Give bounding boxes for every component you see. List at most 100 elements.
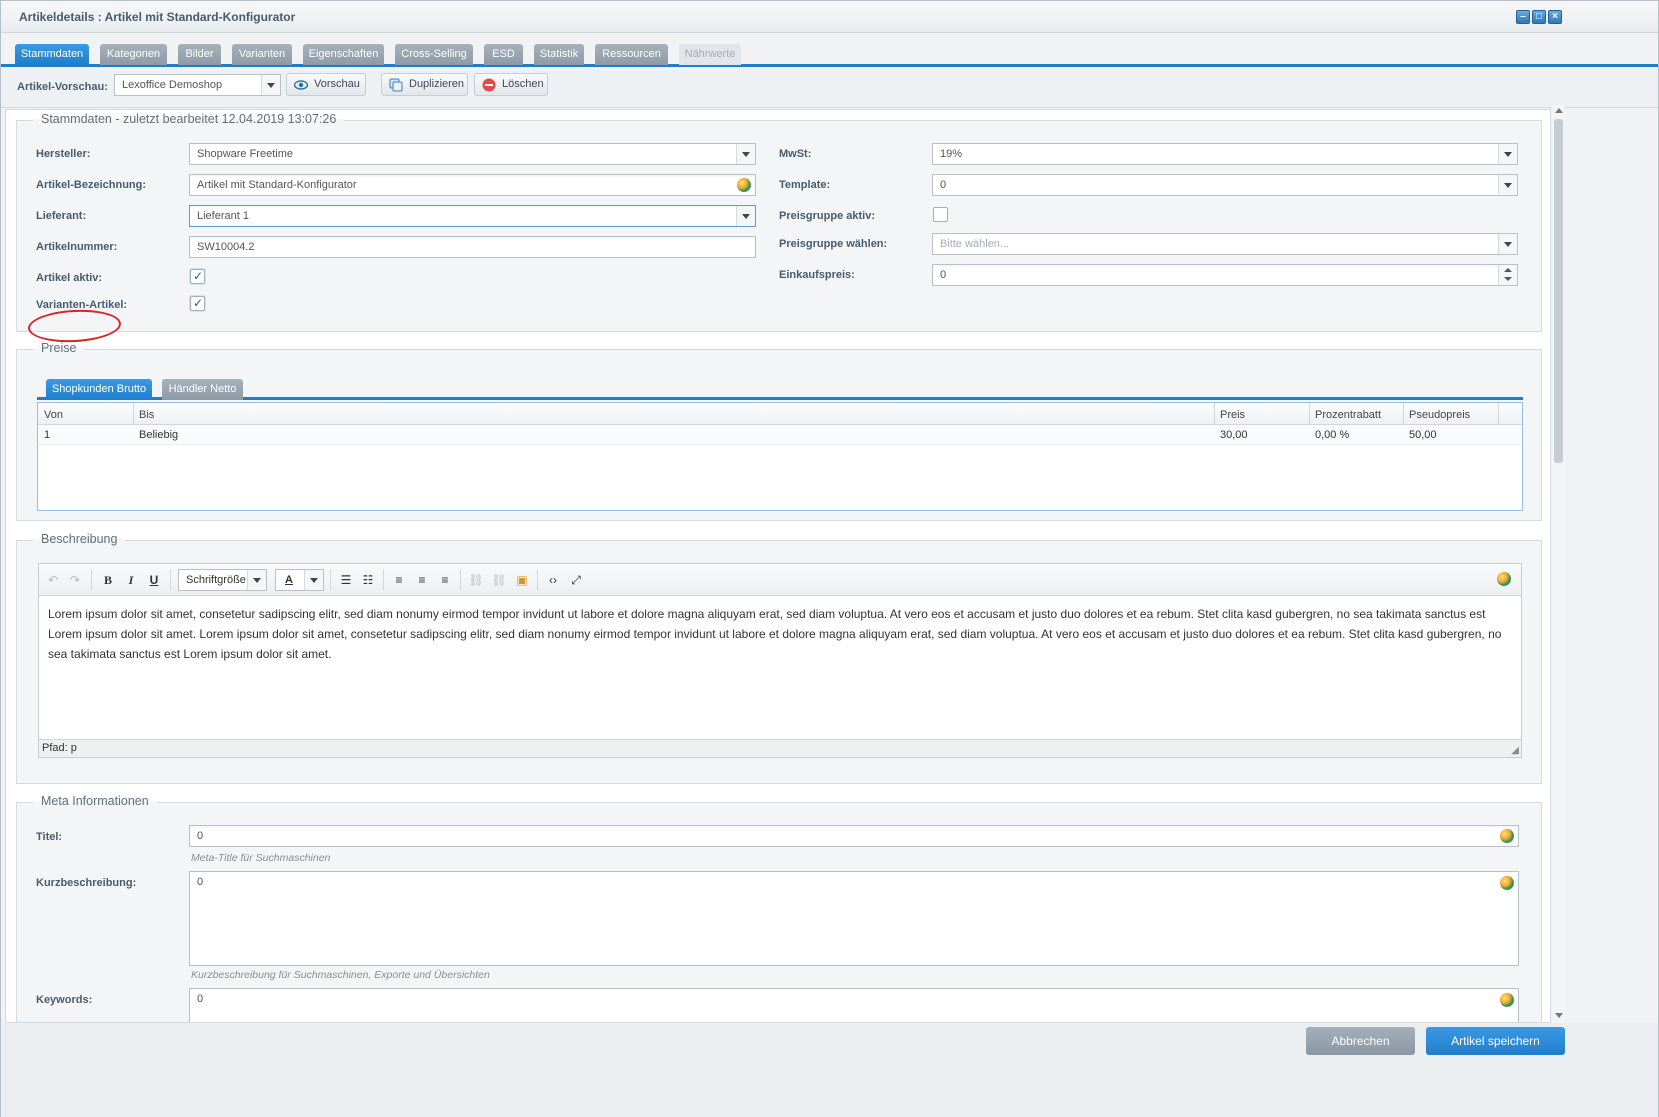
translation-globe-icon[interactable] xyxy=(1500,993,1514,1007)
template-value: 0 xyxy=(940,179,947,191)
align-right-icon[interactable]: ≡ xyxy=(437,573,453,587)
unlink-icon[interactable]: ⛓ xyxy=(491,573,507,587)
bezeichnung-label: Artikel-Bezeichnung: xyxy=(36,179,147,191)
tab-bilder[interactable]: Bilder xyxy=(178,44,221,65)
tab-varianten[interactable]: Varianten xyxy=(232,44,292,65)
align-left-icon[interactable]: ≡ xyxy=(391,573,407,587)
tab-eigenschaften[interactable]: Eigenschaften xyxy=(303,44,384,65)
meta-title-input[interactable]: 0 xyxy=(189,825,1519,847)
shop-select[interactable]: Lexoffice Demoshop xyxy=(114,74,281,96)
duplicate-button-label: Duplizieren xyxy=(409,78,465,90)
link-icon[interactable]: ⛓ xyxy=(468,573,484,587)
chevron-down-icon[interactable] xyxy=(261,75,280,95)
fontsize-select[interactable]: Schriftgröße xyxy=(178,569,267,591)
bezeichnung-input[interactable]: Artikel mit Standard-Konfigurator xyxy=(189,174,756,196)
article-toolbar: Artikel-Vorschau: Lexoffice Demoshop Vor… xyxy=(1,70,1658,108)
spin-up-icon[interactable] xyxy=(1504,268,1512,272)
table-row[interactable]: 1 Beliebig 30,00 0,00 % 50,00 xyxy=(38,425,1522,445)
translation-globe-icon[interactable] xyxy=(737,178,751,192)
cell-prozentrabatt: 0,00 % xyxy=(1315,429,1350,441)
col-bis[interactable]: Bis xyxy=(139,409,154,421)
lieferant-select[interactable]: Lieferant 1 xyxy=(189,205,756,227)
vertical-scrollbar[interactable] xyxy=(1552,105,1565,1021)
translation-globe-icon[interactable] xyxy=(1500,829,1514,843)
tab-haendler-netto[interactable]: Händler Netto xyxy=(162,379,243,400)
hersteller-value: Shopware Freetime xyxy=(197,148,293,160)
description-text[interactable]: Lorem ipsum dolor sit amet, consetetur s… xyxy=(48,604,1511,664)
translation-globe-icon[interactable] xyxy=(1497,572,1511,586)
tab-kategorien[interactable]: Kategorien xyxy=(100,44,167,65)
scroll-down-icon[interactable] xyxy=(1555,1013,1563,1018)
meta-title-hint: Meta-Title für Suchmaschinen xyxy=(191,852,331,864)
chevron-down-icon[interactable] xyxy=(1498,175,1517,195)
chevron-down-icon[interactable] xyxy=(304,570,323,590)
spin-down-icon[interactable] xyxy=(1504,277,1512,281)
font-color-select[interactable]: A xyxy=(275,569,324,591)
meta-description-textarea[interactable]: 0 xyxy=(189,871,1519,966)
resize-handle-icon[interactable]: ◢ xyxy=(1511,745,1519,756)
preview-button-label: Vorschau xyxy=(314,78,360,90)
col-preis[interactable]: Preis xyxy=(1220,409,1245,421)
meta-fieldset: Meta Informationen Titel: 0 Meta-Title f… xyxy=(16,794,1542,1022)
tab-esd[interactable]: ESD xyxy=(484,44,523,65)
preise-legend: Preise xyxy=(33,341,85,355)
einkaufspreis-input[interactable]: 0 xyxy=(932,264,1518,286)
media-icon[interactable]: ▣ xyxy=(514,573,530,587)
meta-keywords-textarea[interactable]: 0 xyxy=(189,988,1519,1022)
tab-shopkunden-brutto[interactable]: Shopkunden Brutto xyxy=(46,379,152,400)
tab-ressourcen[interactable]: Ressourcen xyxy=(595,44,668,65)
meta-description-hint: Kurzbeschreibung für Suchmaschinen, Expo… xyxy=(191,969,490,981)
source-code-icon[interactable]: ‹› xyxy=(545,573,561,587)
tab-statistik[interactable]: Statistik xyxy=(534,44,584,65)
chevron-down-icon[interactable] xyxy=(1498,234,1517,254)
description-editor[interactable]: ↶ ↷ B I U Schriftgröße A ☰ ☷ ≡ ≡ ≡ ⛓ ⛓ ▣… xyxy=(38,563,1522,758)
hersteller-select[interactable]: Shopware Freetime xyxy=(189,143,756,165)
numbered-list-icon[interactable]: ☷ xyxy=(360,573,376,587)
einkaufspreis-label: Einkaufspreis: xyxy=(779,269,855,281)
col-pseudopreis[interactable]: Pseudopreis xyxy=(1409,409,1470,421)
close-icon[interactable]: × xyxy=(1548,10,1562,24)
mwst-select[interactable]: 19% xyxy=(932,143,1518,165)
bold-icon[interactable]: B xyxy=(100,573,116,588)
cell-preis: 30,00 xyxy=(1220,429,1248,441)
save-button[interactable]: Artikel speichern xyxy=(1426,1027,1565,1055)
lieferant-label: Lieferant: xyxy=(36,210,87,222)
align-center-icon[interactable]: ≡ xyxy=(414,573,430,587)
chevron-down-icon[interactable] xyxy=(736,144,755,164)
varianten-checkbox[interactable] xyxy=(190,296,205,311)
template-select[interactable]: 0 xyxy=(932,174,1518,196)
artikelnummer-input[interactable]: SW10004.2 xyxy=(189,236,756,258)
duplicate-button[interactable]: Duplizieren xyxy=(381,73,468,96)
preisgruppe-placeholder: Bitte wählen... xyxy=(940,238,1010,250)
preise-fieldset: Preise Shopkunden Brutto Händler Netto V… xyxy=(16,341,1542,521)
maximize-icon[interactable]: □ xyxy=(1532,10,1546,24)
fullscreen-icon[interactable]: ⤢ xyxy=(568,573,584,588)
editor-path: Pfad: p xyxy=(42,742,77,754)
chevron-down-icon[interactable] xyxy=(247,570,266,590)
undo-icon[interactable]: ↶ xyxy=(45,573,61,587)
scroll-thumb[interactable] xyxy=(1554,119,1563,463)
scroll-up-icon[interactable] xyxy=(1555,108,1563,113)
preisgruppe-aktiv-checkbox[interactable] xyxy=(933,207,948,222)
bullet-list-icon[interactable]: ☰ xyxy=(338,573,354,587)
italic-icon[interactable]: I xyxy=(123,573,139,588)
window-titlebar[interactable]: Artikeldetails : Artikel mit Standard-Ko… xyxy=(1,1,1658,33)
aktiv-checkbox[interactable] xyxy=(190,269,205,284)
redo-icon[interactable]: ↷ xyxy=(67,573,83,587)
price-tabbar: Shopkunden Brutto Händler Netto xyxy=(37,379,1523,400)
tab-cross-selling[interactable]: Cross-Selling xyxy=(395,44,473,65)
chevron-down-icon[interactable] xyxy=(1498,144,1517,164)
translation-globe-icon[interactable] xyxy=(1500,876,1514,890)
minimize-icon[interactable]: – xyxy=(1516,10,1530,24)
keywords-label: Keywords: xyxy=(36,994,93,1006)
preisgruppe-waehlen-select[interactable]: Bitte wählen... xyxy=(932,233,1518,255)
col-von[interactable]: Von xyxy=(44,409,63,421)
chevron-down-icon[interactable] xyxy=(736,206,755,226)
col-prozentrabatt[interactable]: Prozentrabatt xyxy=(1315,409,1381,421)
number-spinner[interactable] xyxy=(1498,265,1517,285)
delete-button[interactable]: Löschen xyxy=(474,73,548,96)
tab-stammdaten[interactable]: Stammdaten xyxy=(15,44,89,65)
cancel-button[interactable]: Abbrechen xyxy=(1306,1027,1415,1055)
underline-icon[interactable]: U xyxy=(146,573,162,587)
preview-button[interactable]: Vorschau xyxy=(286,73,366,96)
